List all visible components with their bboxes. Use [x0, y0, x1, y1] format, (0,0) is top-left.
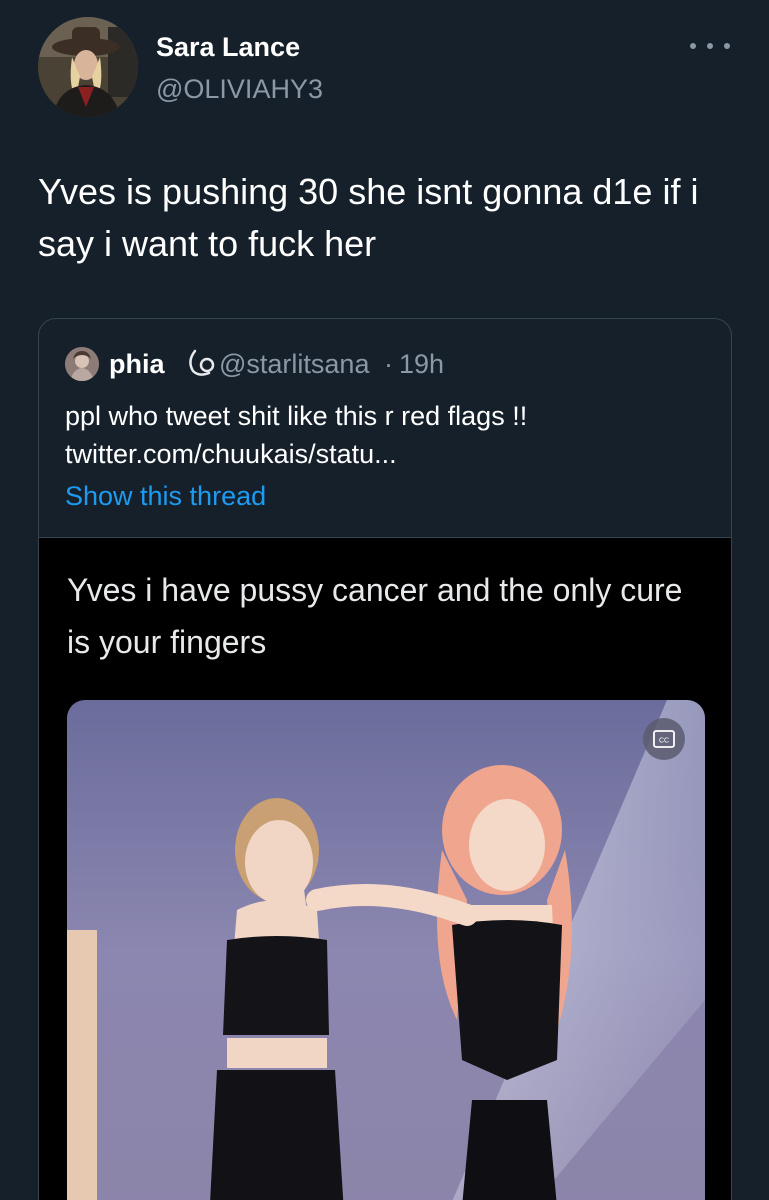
author-name[interactable]: Sara Lance [156, 32, 300, 63]
quoted-tweet-card[interactable]: phia @starlitsana · 19h ppl who tweet sh… [38, 318, 732, 1200]
tweet-view: Sara Lance @OLIVIAHY3 Yves is pushing 30… [0, 0, 769, 1200]
closed-captions-icon[interactable]: CC [643, 718, 685, 760]
media-caption: Yves i have pussy cancer and the only cu… [67, 572, 683, 660]
svg-text:CC: CC [659, 738, 669, 745]
author-handle[interactable]: @OLIVIAHY3 [156, 74, 323, 105]
quoted-author-avatar [65, 347, 99, 381]
embedded-video-thumbnail[interactable]: CC [67, 700, 705, 1200]
tweet-text: Yves is pushing 30 she isnt gonna d1e if… [38, 171, 699, 264]
quoted-author-name: phia [109, 349, 165, 379]
quoted-media[interactable]: Yves i have pussy cancer and the only cu… [39, 537, 731, 1200]
more-horizontal-icon[interactable] [690, 34, 730, 58]
show-thread-link[interactable]: Show this thread [65, 481, 266, 512]
quoted-timestamp[interactable]: 19h [399, 349, 444, 380]
meta-separator: · [384, 349, 393, 379]
quoted-tweet-text: ppl who tweet shit like this r red flags… [65, 401, 528, 469]
quoted-author-handle: @starlitsana [219, 349, 370, 379]
moon-emoji-icon [183, 345, 217, 379]
author-avatar[interactable] [38, 17, 138, 117]
